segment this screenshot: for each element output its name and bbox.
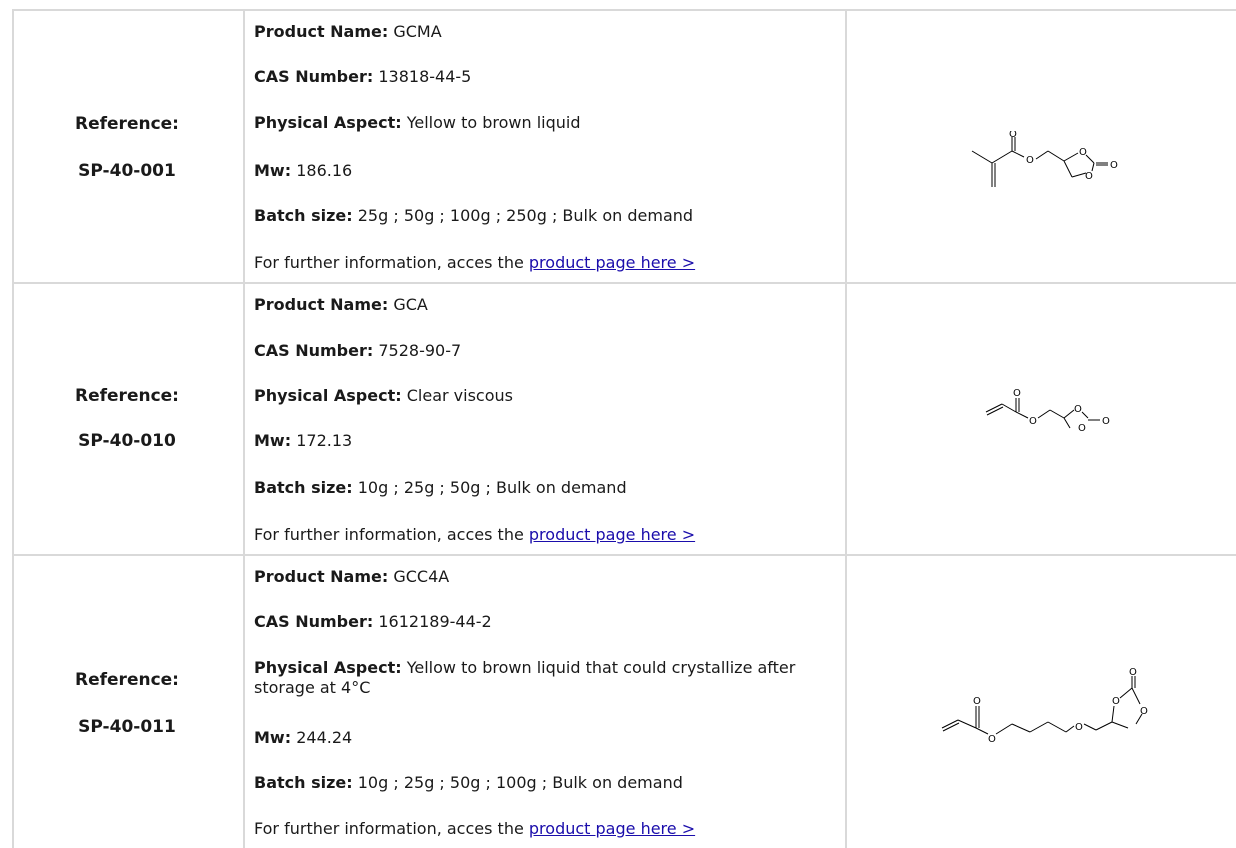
cas-line: CAS Number: 1612189-44-2 — [254, 612, 492, 632]
product-table: Reference: SP-40-001 Product Name: GCMA … — [0, 0, 1236, 848]
structure-cell: O O O O O — [848, 11, 1236, 282]
gca-structure-icon: O O O O O — [985, 388, 1110, 432]
batch-value: 25g ; 50g ; 100g ; 250g ; Bulk on demand — [357, 206, 694, 225]
batch-line: Batch size: 10g ; 25g ; 50g ; Bulk on de… — [254, 478, 627, 498]
mw-label: Mw: — [254, 431, 292, 450]
batch-value: 10g ; 25g ; 50g ; 100g ; Bulk on demand — [357, 773, 683, 792]
reference-cell: Reference: SP-40-001 — [14, 11, 240, 282]
mw-value: 244.24 — [296, 728, 353, 747]
aspect-line: Physical Aspect: Yellow to brown liquid … — [254, 658, 814, 698]
oxygen-atom-label: O — [1110, 160, 1118, 171]
info-text: For further information, acces the — [254, 525, 529, 544]
gcma-structure-icon: O O O O O — [971, 131, 1118, 187]
product-name-label: Product Name: — [254, 567, 389, 586]
oxygen-atom-label: O — [1140, 706, 1148, 717]
reference-cell: Reference: SP-40-011 — [14, 556, 240, 848]
product-info-cell: Product Name: GCMA CAS Number: 13818-44-… — [254, 11, 840, 282]
aspect-label: Physical Aspect: — [254, 386, 402, 405]
cas-label: CAS Number: — [254, 67, 374, 86]
cas-line: CAS Number: 7528-90-7 — [254, 341, 461, 361]
aspect-line: Physical Aspect: Yellow to brown liquid — [254, 113, 581, 133]
product-name-value: GCC4A — [393, 567, 450, 586]
info-line: For further information, acces the produ… — [254, 525, 695, 545]
cas-line: CAS Number: 13818-44-5 — [254, 67, 471, 87]
oxygen-atom-label: O — [1074, 404, 1082, 415]
reference-label: Reference: — [75, 114, 179, 134]
product-info-cell: Product Name: GCA CAS Number: 7528-90-7 … — [254, 284, 840, 554]
oxygen-atom-label: O — [1085, 171, 1093, 182]
cas-label: CAS Number: — [254, 341, 374, 360]
reference-cell: Reference: SP-40-010 — [14, 284, 240, 554]
product-page-link[interactable]: product page here > — [529, 819, 695, 838]
aspect-line: Physical Aspect: Clear viscous — [254, 386, 513, 406]
oxygen-atom-label: O — [973, 696, 981, 707]
product-name-label: Product Name: — [254, 22, 389, 41]
product-info-cell: Product Name: GCC4A CAS Number: 1612189-… — [254, 556, 840, 848]
mw-value: 172.13 — [296, 431, 353, 450]
gcc4a-structure-icon: O O O O O O — [941, 667, 1148, 745]
batch-line: Batch size: 25g ; 50g ; 100g ; 250g ; Bu… — [254, 206, 693, 226]
mw-value: 186.16 — [296, 161, 353, 180]
mw-line: Mw: 186.16 — [254, 161, 352, 181]
oxygen-atom-label: O — [1013, 388, 1021, 399]
product-name-line: Product Name: GCMA — [254, 22, 442, 42]
reference-code: SP-40-010 — [78, 431, 176, 451]
product-page-link[interactable]: product page here > — [529, 253, 695, 272]
aspect-value: Yellow to brown liquid — [406, 113, 581, 132]
cas-value: 7528-90-7 — [378, 341, 462, 360]
oxygen-atom-label: O — [1026, 155, 1034, 166]
product-name-label: Product Name: — [254, 295, 389, 314]
batch-label: Batch size: — [254, 478, 353, 497]
structure-cell: O O O O O O — [848, 556, 1236, 848]
product-name-value: GCMA — [393, 22, 442, 41]
reference-label: Reference: — [75, 386, 179, 406]
info-text: For further information, acces the — [254, 819, 529, 838]
column-divider — [243, 9, 245, 848]
aspect-value: Clear viscous — [406, 386, 513, 405]
product-page-link[interactable]: product page here > — [529, 525, 695, 544]
oxygen-atom-label: O — [1112, 696, 1120, 707]
oxygen-atom-label: O — [1075, 722, 1083, 733]
mw-label: Mw: — [254, 161, 292, 180]
batch-label: Batch size: — [254, 773, 353, 792]
cas-value: 13818-44-5 — [378, 67, 472, 86]
product-name-value: GCA — [393, 295, 428, 314]
batch-value: 10g ; 25g ; 50g ; Bulk on demand — [357, 478, 627, 497]
product-name-line: Product Name: GCA — [254, 295, 428, 315]
info-line: For further information, acces the produ… — [254, 253, 695, 273]
batch-line: Batch size: 10g ; 25g ; 50g ; 100g ; Bul… — [254, 773, 683, 793]
cas-label: CAS Number: — [254, 612, 374, 631]
oxygen-atom-label: O — [1079, 147, 1087, 158]
reference-code: SP-40-001 — [78, 161, 176, 181]
batch-label: Batch size: — [254, 206, 353, 225]
mw-label: Mw: — [254, 728, 292, 747]
reference-code: SP-40-011 — [78, 717, 176, 737]
info-text: For further information, acces the — [254, 253, 529, 272]
structure-cell: O O O O O — [848, 284, 1236, 554]
aspect-label: Physical Aspect: — [254, 658, 402, 677]
mw-line: Mw: 172.13 — [254, 431, 352, 451]
mw-line: Mw: 244.24 — [254, 728, 352, 748]
product-name-line: Product Name: GCC4A — [254, 567, 449, 587]
oxygen-atom-label: O — [1102, 416, 1110, 427]
oxygen-atom-label: O — [1129, 667, 1137, 678]
aspect-label: Physical Aspect: — [254, 113, 402, 132]
column-divider — [845, 9, 847, 848]
cas-value: 1612189-44-2 — [378, 612, 492, 631]
oxygen-atom-label: O — [1029, 416, 1037, 427]
reference-label: Reference: — [75, 670, 179, 690]
oxygen-atom-label: O — [1009, 131, 1017, 140]
oxygen-atom-label: O — [1078, 423, 1086, 432]
oxygen-atom-label: O — [988, 734, 996, 745]
info-line: For further information, acces the produ… — [254, 819, 695, 839]
